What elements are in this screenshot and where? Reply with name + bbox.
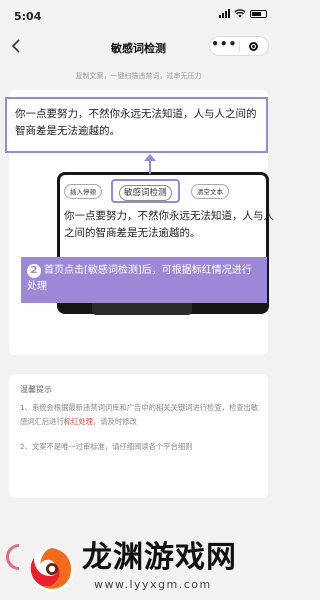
watermark-url: www.lyyxgm.com [94,578,212,591]
sensitive-detect-button[interactable]: 敏感词检测 [111,179,180,203]
tips-item-1-text: 1、系统会根据最新违禁词词库和广告中的相关关键词进行检查，检查出敏感词汇后进行 [20,403,259,426]
signal-icon [219,9,230,18]
sensitive-detect-label: 敏感词检测 [119,185,172,201]
insert-pause-button[interactable]: 插入停顿 [64,184,102,199]
watermark-title: 龙渊游戏网 [82,540,237,575]
wifi-icon [234,9,246,18]
arrow-stem [149,160,151,174]
status-time: 5:04 [14,10,42,23]
subtitle: 复制文案，一键扫描违禁词，过审无压力 [75,72,202,80]
mockup-text: 你一点要努力，不然你永远无法知道，人与人之间的智商差是无法逾越的。 [64,210,274,239]
step-number-badge: 2 [27,264,41,278]
tips-item-1: 1、系统会根据最新违禁词词库和广告中的相关关键词进行检查，检查出敏感词汇后进行标… [20,401,262,429]
battery-icon [250,9,267,18]
tips-item-1-suffix: ，请及时修改 [92,417,137,426]
tips-title: 温馨提示 [20,385,52,394]
tips-item-2: 2、文案不是唯一过审标准，请仔细阅读各个平台细则 [20,442,193,451]
target-circle-icon [249,41,259,51]
tips-item-1-highlight: 标红处理 [63,417,93,426]
step-tip: 2 首页点击[敏感词检测]后，可根据标红情况进行处理 [21,257,267,303]
dragon-logo-icon [30,548,74,592]
close-program-button[interactable] [240,41,269,51]
clear-text-button[interactable]: 清空文本 [191,184,229,199]
status-icons [219,9,267,18]
mini-program-capsule: ••• [209,36,269,56]
mockup-bottom-bar [92,302,192,315]
result-callout: 你一点要努力，不然你永远无法知道，人与人之间的智商差是无法逾越的。 [5,97,268,153]
more-dots-icon[interactable]: ••• [210,38,239,50]
step-tip-text: 首页点击[敏感词检测]后，可根据标红情况进行处理 [27,265,252,292]
